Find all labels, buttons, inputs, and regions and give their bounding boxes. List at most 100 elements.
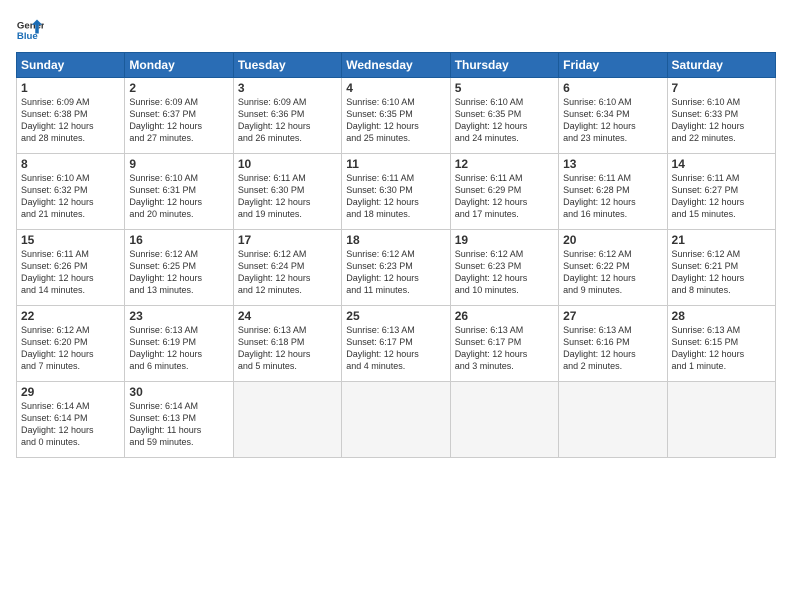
empty-cell [450,382,558,458]
column-header-tuesday: Tuesday [233,53,341,78]
day-info: Sunrise: 6:13 AMSunset: 6:15 PMDaylight:… [672,325,745,371]
day-info: Sunrise: 6:11 AMSunset: 6:30 PMDaylight:… [346,173,419,219]
day-cell-16: 16 Sunrise: 6:12 AMSunset: 6:25 PMDaylig… [125,230,233,306]
day-cell-5: 5 Sunrise: 6:10 AMSunset: 6:35 PMDayligh… [450,78,558,154]
day-info: Sunrise: 6:13 AMSunset: 6:16 PMDaylight:… [563,325,636,371]
day-number: 21 [672,233,771,247]
column-header-wednesday: Wednesday [342,53,450,78]
day-info: Sunrise: 6:11 AMSunset: 6:28 PMDaylight:… [563,173,636,219]
day-cell-23: 23 Sunrise: 6:13 AMSunset: 6:19 PMDaylig… [125,306,233,382]
day-cell-29: 29 Sunrise: 6:14 AMSunset: 6:14 PMDaylig… [17,382,125,458]
day-cell-21: 21 Sunrise: 6:12 AMSunset: 6:21 PMDaylig… [667,230,775,306]
svg-text:General: General [17,20,44,31]
day-cell-24: 24 Sunrise: 6:13 AMSunset: 6:18 PMDaylig… [233,306,341,382]
day-info: Sunrise: 6:11 AMSunset: 6:27 PMDaylight:… [672,173,745,219]
week-row-1: 1 Sunrise: 6:09 AMSunset: 6:38 PMDayligh… [17,78,776,154]
day-cell-18: 18 Sunrise: 6:12 AMSunset: 6:23 PMDaylig… [342,230,450,306]
day-number: 1 [21,81,120,95]
day-number: 14 [672,157,771,171]
day-cell-19: 19 Sunrise: 6:12 AMSunset: 6:23 PMDaylig… [450,230,558,306]
day-info: Sunrise: 6:12 AMSunset: 6:23 PMDaylight:… [455,249,528,295]
day-cell-27: 27 Sunrise: 6:13 AMSunset: 6:16 PMDaylig… [559,306,667,382]
day-number: 5 [455,81,554,95]
day-cell-15: 15 Sunrise: 6:11 AMSunset: 6:26 PMDaylig… [17,230,125,306]
column-header-thursday: Thursday [450,53,558,78]
day-number: 2 [129,81,228,95]
day-info: Sunrise: 6:11 AMSunset: 6:26 PMDaylight:… [21,249,94,295]
day-info: Sunrise: 6:13 AMSunset: 6:17 PMDaylight:… [346,325,419,371]
column-header-sunday: Sunday [17,53,125,78]
day-info: Sunrise: 6:12 AMSunset: 6:21 PMDaylight:… [672,249,745,295]
day-number: 19 [455,233,554,247]
day-number: 29 [21,385,120,399]
day-cell-17: 17 Sunrise: 6:12 AMSunset: 6:24 PMDaylig… [233,230,341,306]
day-cell-2: 2 Sunrise: 6:09 AMSunset: 6:37 PMDayligh… [125,78,233,154]
day-info: Sunrise: 6:11 AMSunset: 6:30 PMDaylight:… [238,173,311,219]
day-info: Sunrise: 6:12 AMSunset: 6:22 PMDaylight:… [563,249,636,295]
day-number: 24 [238,309,337,323]
day-cell-20: 20 Sunrise: 6:12 AMSunset: 6:22 PMDaylig… [559,230,667,306]
day-number: 11 [346,157,445,171]
day-info: Sunrise: 6:09 AMSunset: 6:38 PMDaylight:… [21,97,94,143]
day-info: Sunrise: 6:12 AMSunset: 6:23 PMDaylight:… [346,249,419,295]
day-cell-25: 25 Sunrise: 6:13 AMSunset: 6:17 PMDaylig… [342,306,450,382]
day-info: Sunrise: 6:13 AMSunset: 6:18 PMDaylight:… [238,325,311,371]
day-info: Sunrise: 6:12 AMSunset: 6:20 PMDaylight:… [21,325,94,371]
day-cell-7: 7 Sunrise: 6:10 AMSunset: 6:33 PMDayligh… [667,78,775,154]
day-number: 9 [129,157,228,171]
column-header-monday: Monday [125,53,233,78]
day-info: Sunrise: 6:13 AMSunset: 6:19 PMDaylight:… [129,325,202,371]
day-cell-14: 14 Sunrise: 6:11 AMSunset: 6:27 PMDaylig… [667,154,775,230]
day-number: 27 [563,309,662,323]
day-number: 23 [129,309,228,323]
day-number: 20 [563,233,662,247]
day-number: 28 [672,309,771,323]
day-number: 25 [346,309,445,323]
day-cell-12: 12 Sunrise: 6:11 AMSunset: 6:29 PMDaylig… [450,154,558,230]
day-number: 12 [455,157,554,171]
day-number: 22 [21,309,120,323]
day-cell-6: 6 Sunrise: 6:10 AMSunset: 6:34 PMDayligh… [559,78,667,154]
day-number: 4 [346,81,445,95]
day-info: Sunrise: 6:09 AMSunset: 6:37 PMDaylight:… [129,97,202,143]
day-number: 6 [563,81,662,95]
day-number: 7 [672,81,771,95]
empty-cell [667,382,775,458]
day-cell-13: 13 Sunrise: 6:11 AMSunset: 6:28 PMDaylig… [559,154,667,230]
calendar-table: SundayMondayTuesdayWednesdayThursdayFrid… [16,52,776,458]
day-info: Sunrise: 6:12 AMSunset: 6:25 PMDaylight:… [129,249,202,295]
day-number: 13 [563,157,662,171]
day-info: Sunrise: 6:10 AMSunset: 6:32 PMDaylight:… [21,173,94,219]
day-number: 26 [455,309,554,323]
day-info: Sunrise: 6:10 AMSunset: 6:31 PMDaylight:… [129,173,202,219]
day-cell-26: 26 Sunrise: 6:13 AMSunset: 6:17 PMDaylig… [450,306,558,382]
day-cell-28: 28 Sunrise: 6:13 AMSunset: 6:15 PMDaylig… [667,306,775,382]
day-info: Sunrise: 6:14 AMSunset: 6:14 PMDaylight:… [21,401,94,447]
week-row-2: 8 Sunrise: 6:10 AMSunset: 6:32 PMDayligh… [17,154,776,230]
day-info: Sunrise: 6:13 AMSunset: 6:17 PMDaylight:… [455,325,528,371]
week-row-3: 15 Sunrise: 6:11 AMSunset: 6:26 PMDaylig… [17,230,776,306]
day-cell-9: 9 Sunrise: 6:10 AMSunset: 6:31 PMDayligh… [125,154,233,230]
day-cell-8: 8 Sunrise: 6:10 AMSunset: 6:32 PMDayligh… [17,154,125,230]
day-number: 15 [21,233,120,247]
day-info: Sunrise: 6:10 AMSunset: 6:34 PMDaylight:… [563,97,636,143]
week-row-4: 22 Sunrise: 6:12 AMSunset: 6:20 PMDaylig… [17,306,776,382]
day-cell-3: 3 Sunrise: 6:09 AMSunset: 6:36 PMDayligh… [233,78,341,154]
day-number: 3 [238,81,337,95]
day-number: 30 [129,385,228,399]
column-header-friday: Friday [559,53,667,78]
page-header: General Blue [16,16,776,44]
day-number: 16 [129,233,228,247]
day-number: 8 [21,157,120,171]
day-cell-22: 22 Sunrise: 6:12 AMSunset: 6:20 PMDaylig… [17,306,125,382]
empty-cell [559,382,667,458]
day-number: 18 [346,233,445,247]
day-cell-30: 30 Sunrise: 6:14 AMSunset: 6:13 PMDaylig… [125,382,233,458]
svg-text:Blue: Blue [17,31,38,42]
day-number: 10 [238,157,337,171]
day-info: Sunrise: 6:14 AMSunset: 6:13 PMDaylight:… [129,401,201,447]
day-info: Sunrise: 6:11 AMSunset: 6:29 PMDaylight:… [455,173,528,219]
empty-cell [233,382,341,458]
day-info: Sunrise: 6:10 AMSunset: 6:33 PMDaylight:… [672,97,745,143]
day-cell-4: 4 Sunrise: 6:10 AMSunset: 6:35 PMDayligh… [342,78,450,154]
